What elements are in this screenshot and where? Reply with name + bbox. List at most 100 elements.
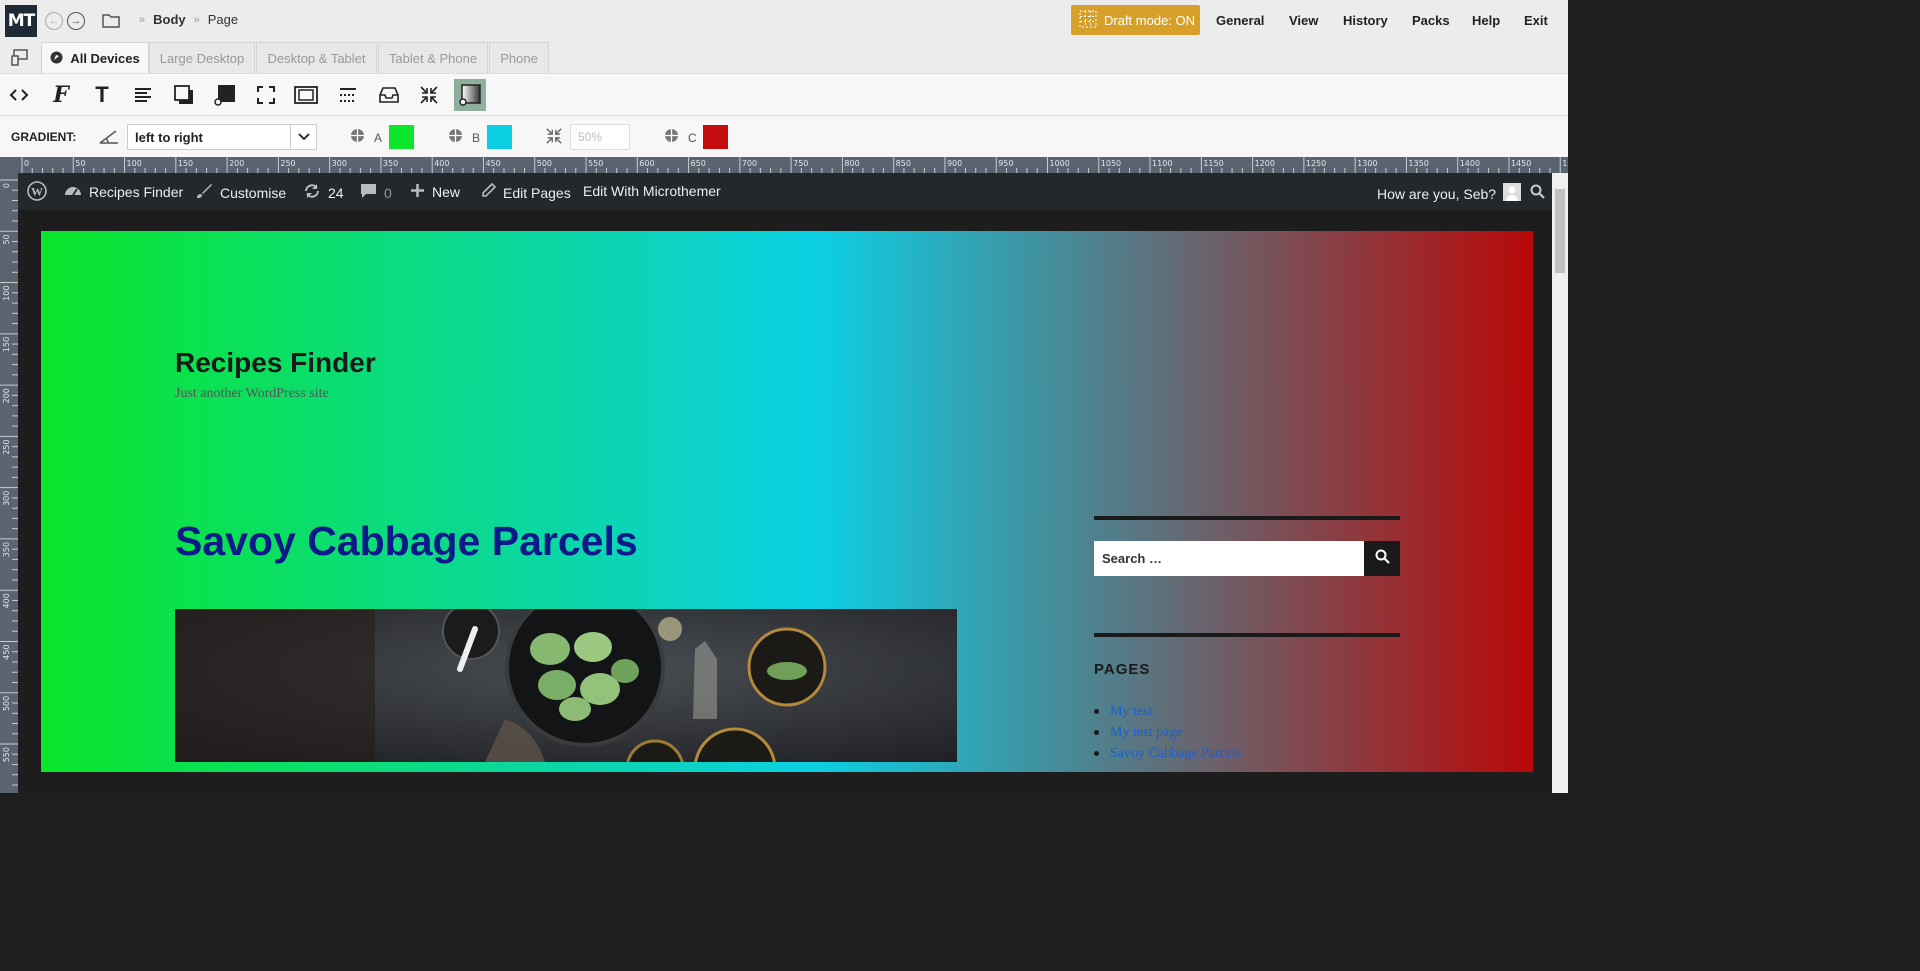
wp-edit-microthemer-link[interactable]: Edit With Microthemer [583, 183, 721, 199]
dashboard-icon [64, 183, 82, 200]
tab-phone[interactable]: Phone [489, 42, 549, 73]
wp-customise-link[interactable]: Customise [195, 183, 286, 202]
plus-icon [410, 183, 425, 201]
compress-icon[interactable] [416, 82, 442, 108]
search-icon[interactable] [1530, 184, 1545, 199]
page-link[interactable]: My test [1110, 704, 1152, 720]
gradient-properties-bar: GRADIENT: left to right A B 50% C [0, 115, 1568, 157]
list-item[interactable]: My test page [1094, 722, 1241, 743]
site-tagline: Just another WordPress site [175, 386, 329, 401]
ruler-label: 200 [229, 159, 244, 168]
menu-general[interactable]: General [1216, 13, 1264, 28]
search-input[interactable]: Search … [1094, 541, 1364, 576]
search-submit-button[interactable] [1364, 541, 1400, 576]
folder-icon[interactable] [102, 12, 120, 33]
pages-list: My test My test page Savoy Cabbage Parce… [1094, 701, 1241, 764]
breadcrumb-page[interactable]: Page [208, 12, 238, 27]
font-icon[interactable]: F [48, 82, 74, 108]
color-c-label: C [688, 131, 697, 145]
text-icon[interactable]: T [89, 82, 115, 108]
ruler-label: 150 [2, 337, 11, 352]
tab-desktop-tablet[interactable]: Desktop & Tablet [256, 42, 377, 73]
ruler-label: 350 [383, 159, 398, 168]
chevron-down-icon [290, 125, 316, 149]
wordpress-logo-icon[interactable]: W [27, 181, 47, 201]
horizontal-ruler: 0 50 100 150 200 250 300 350 400 450 500 550 600 650 7… [0, 157, 1583, 173]
ruler-label: 1300 [1357, 159, 1377, 168]
wp-updates-count: 24 [328, 184, 344, 201]
list-item[interactable]: My test [1094, 701, 1241, 722]
gradient-page-body[interactable]: Recipes Finder Just another WordPress si… [41, 231, 1533, 772]
grid-icon [1079, 10, 1097, 31]
ruler-label: 500 [2, 696, 11, 711]
breadcrumb-separator: » [193, 13, 200, 26]
page-link[interactable]: Savoy Cabbage Parcels [1110, 746, 1241, 762]
search-placeholder: Search … [1102, 551, 1162, 566]
ruler-label: 800 [844, 159, 859, 168]
menu-exit[interactable]: Exit [1524, 13, 1548, 28]
vertical-scrollbar[interactable] [1552, 173, 1568, 793]
border-icon[interactable] [335, 82, 361, 108]
menu-help[interactable]: Help [1472, 13, 1500, 28]
compass-icon [50, 51, 63, 67]
list-item[interactable]: Savoy Cabbage Parcels [1094, 743, 1241, 764]
back-icon[interactable]: ← [45, 12, 63, 30]
wp-account-link[interactable]: How are you, Seb? [1377, 183, 1522, 204]
menu-history[interactable]: History [1343, 13, 1388, 28]
tab-all-devices[interactable]: All Devices [41, 42, 149, 74]
ruler-label: 0 [24, 159, 29, 168]
tab-label: Desktop & Tablet [267, 50, 366, 66]
color-wheel-icon[interactable] [664, 128, 679, 148]
code-selector-icon[interactable] [6, 82, 32, 108]
scrollbar-thumb[interactable] [1555, 189, 1565, 273]
post-title[interactable]: Savoy Cabbage Parcels [175, 518, 638, 565]
padding-margin-icon[interactable] [293, 82, 319, 108]
color-c-swatch[interactable] [703, 125, 728, 149]
midpoint-input[interactable]: 50% [570, 124, 630, 150]
wp-updates-link[interactable]: 24 [303, 183, 344, 202]
tab-label: Large Desktop [159, 50, 245, 66]
color-wheel-icon[interactable] [448, 128, 463, 148]
wp-edit-pages-label: Edit Pages [503, 184, 571, 201]
angle-icon [99, 128, 119, 149]
tab-tablet-phone[interactable]: Tablet & Phone [378, 42, 488, 73]
menu-view[interactable]: View [1289, 13, 1318, 28]
responsive-devices-icon[interactable] [11, 48, 29, 71]
pencil-icon [480, 182, 497, 202]
wp-new-link[interactable]: New [410, 183, 460, 201]
breadcrumb-separator: » [139, 13, 146, 26]
gradient-direction-select[interactable]: left to right [127, 124, 317, 150]
vertical-ruler: 0 50 100 150 200 250 300 350 400 450 500 550 [0, 173, 18, 793]
menu-packs[interactable]: Packs [1412, 13, 1450, 28]
avatar [1503, 183, 1522, 204]
wp-comments-link[interactable]: 0 [360, 183, 392, 202]
ruler-label: 1500 [1562, 159, 1568, 168]
ruler-label: 400 [2, 593, 11, 608]
inbox-icon[interactable] [376, 82, 402, 108]
color-wheel-icon[interactable] [350, 128, 365, 148]
ruler-label: 100 [2, 286, 11, 301]
ruler-label: 1150 [1203, 159, 1223, 168]
ruler-label: 700 [742, 159, 757, 168]
dimensions-icon[interactable] [253, 82, 279, 108]
gradient-icon[interactable] [454, 79, 486, 111]
sidebar-divider [1094, 633, 1400, 637]
microthemer-logo[interactable]: MT [5, 5, 37, 37]
site-title[interactable]: Recipes Finder [175, 347, 376, 379]
ruler-label: 400 [434, 159, 449, 168]
forward-icon[interactable]: → [67, 12, 85, 30]
background-icon[interactable] [212, 82, 238, 108]
tab-large-desktop[interactable]: Large Desktop [149, 42, 255, 73]
draft-mode-button[interactable]: Draft mode: ON [1071, 5, 1200, 35]
box-shadow-icon[interactable] [171, 82, 197, 108]
color-b-swatch[interactable] [487, 125, 512, 149]
midpoint-placeholder: 50% [578, 130, 603, 144]
ruler-label: 300 [332, 159, 347, 168]
breadcrumb-body[interactable]: Body [153, 12, 186, 27]
page-link[interactable]: My test page [1110, 725, 1182, 741]
wp-edit-pages-link[interactable]: Edit Pages [480, 182, 571, 202]
ruler-label: 250 [2, 439, 11, 454]
color-a-swatch[interactable] [389, 125, 414, 149]
list-icon[interactable] [130, 82, 156, 108]
wp-site-link[interactable]: Recipes Finder [64, 183, 183, 200]
